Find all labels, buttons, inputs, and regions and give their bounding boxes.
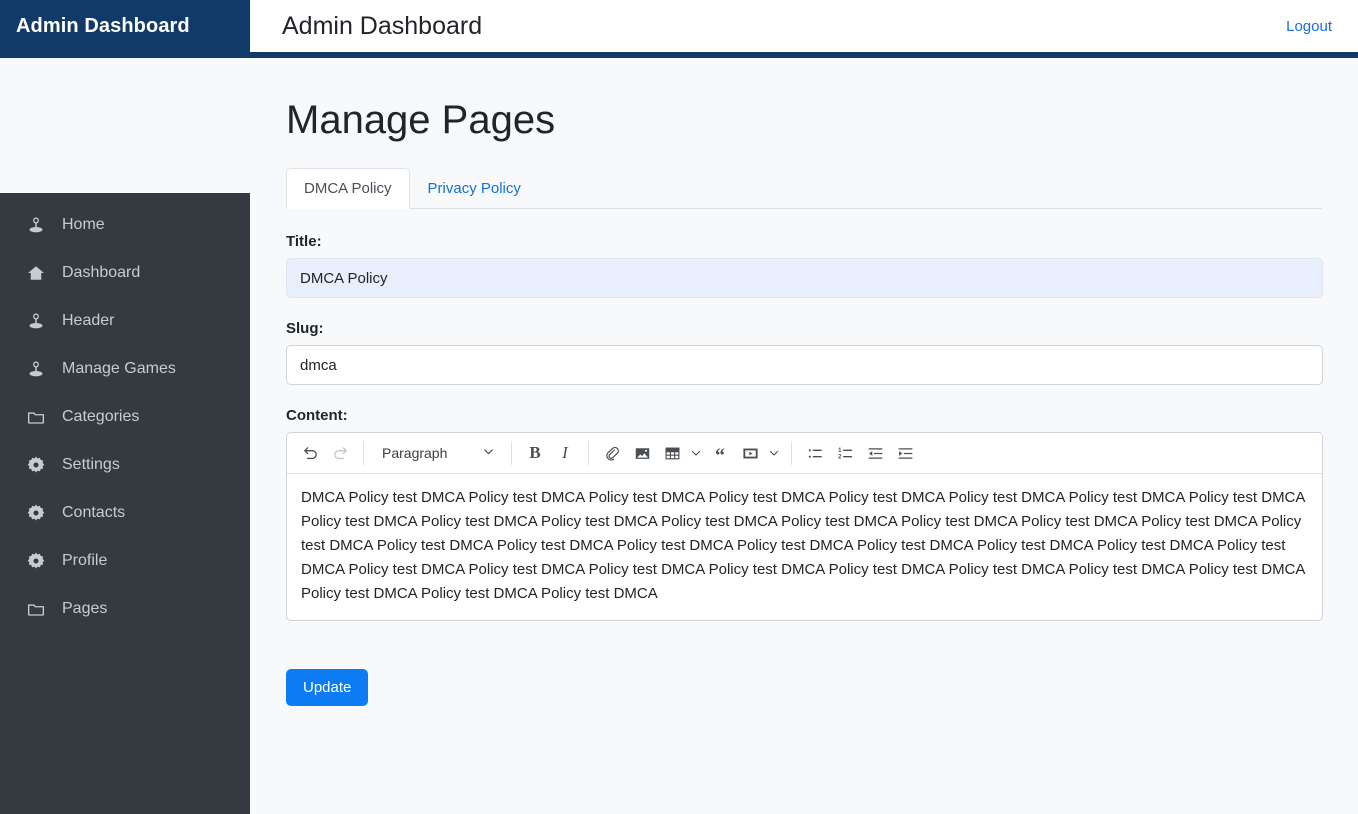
gear-icon xyxy=(26,455,46,475)
editor-content-area[interactable]: DMCA Policy test DMCA Policy test DMCA P… xyxy=(287,474,1322,620)
video-icon[interactable] xyxy=(735,438,765,468)
toolbar-divider xyxy=(791,441,792,465)
image-icon[interactable] xyxy=(627,438,657,468)
editor-toolbar: Paragraph B I “ 1 2 xyxy=(287,433,1322,474)
tab-privacy-policy[interactable]: Privacy Policy xyxy=(410,168,539,209)
slug-field-group: Slug: xyxy=(286,320,1323,385)
numbered-list-icon[interactable]: 1 2 xyxy=(830,438,860,468)
table-chevron-down-icon[interactable] xyxy=(687,440,705,466)
title-label: Title: xyxy=(286,233,322,250)
title-input[interactable] xyxy=(286,258,1323,298)
sidebar-item-manage-games[interactable]: Manage Games xyxy=(0,353,250,385)
sidebar-item-label: Header xyxy=(62,312,115,329)
sidebar-item-label: Dashboard xyxy=(62,264,141,281)
italic-button[interactable]: I xyxy=(550,438,580,468)
sidebar-item-pages[interactable]: Pages xyxy=(0,593,250,625)
slug-input[interactable] xyxy=(286,345,1323,385)
sidebar-item-label: Contacts xyxy=(62,504,126,521)
sidebar-item-dashboard[interactable]: Dashboard xyxy=(0,257,250,289)
sidebar-item-label: Manage Games xyxy=(62,360,176,377)
editor-paragraph: DMCA Policy test DMCA Policy test DMCA P… xyxy=(301,489,1309,602)
svg-text:2: 2 xyxy=(838,454,842,460)
top-bar-inner: Admin Dashboard Logout xyxy=(250,0,1358,55)
media-chevron-down-icon[interactable] xyxy=(765,440,783,466)
indent-icon[interactable] xyxy=(890,438,920,468)
header-title: Admin Dashboard xyxy=(282,11,483,40)
sidebar: Home Dashboard Header Manage Games Categ… xyxy=(0,193,250,814)
gear-icon xyxy=(26,551,46,571)
gear-icon xyxy=(26,503,46,523)
slug-label: Slug: xyxy=(286,320,324,337)
joystick-icon xyxy=(26,311,46,331)
outdent-icon[interactable] xyxy=(860,438,890,468)
content-label: Content: xyxy=(286,407,348,424)
bullet-list-icon[interactable] xyxy=(800,438,830,468)
sidebar-item-profile[interactable]: Profile xyxy=(0,545,250,577)
top-bar: Admin Dashboard Admin Dashboard Logout xyxy=(0,0,1358,58)
sidebar-item-settings[interactable]: Settings xyxy=(0,449,250,481)
sidebar-item-home[interactable]: Home xyxy=(0,209,250,241)
sidebar-item-label: Categories xyxy=(62,408,140,425)
block-format-value: Paragraph xyxy=(382,445,448,461)
undo-icon[interactable] xyxy=(295,438,325,468)
sidebar-item-label: Profile xyxy=(62,552,108,569)
title-field-group: Title: xyxy=(286,233,1323,298)
folder-icon xyxy=(26,599,46,619)
sidebar-item-label: Home xyxy=(62,216,105,233)
toolbar-divider xyxy=(511,441,512,465)
sidebar-item-label: Settings xyxy=(62,456,120,473)
chevron-down-icon xyxy=(482,445,495,461)
content-field-group: Content: Paragraph B I “ 1 2 DMCA Policy… xyxy=(286,407,1323,621)
sidebar-item-label: Pages xyxy=(62,600,108,617)
update-button[interactable]: Update xyxy=(286,669,369,706)
page-title: Manage Pages xyxy=(286,98,556,142)
redo-icon[interactable] xyxy=(325,438,355,468)
table-icon[interactable] xyxy=(657,438,687,468)
joystick-icon xyxy=(26,215,46,235)
toolbar-divider xyxy=(363,441,364,465)
svg-text:1: 1 xyxy=(838,448,842,454)
logout-link[interactable]: Logout xyxy=(1286,18,1332,35)
main-content: Manage Pages DMCA Policy Privacy Policy … xyxy=(250,64,1358,814)
rich-text-editor: Paragraph B I “ 1 2 DMCA Policy test DMC… xyxy=(286,432,1323,621)
toolbar-divider xyxy=(588,441,589,465)
sidebar-item-contacts[interactable]: Contacts xyxy=(0,497,250,529)
joystick-icon xyxy=(26,359,46,379)
sidebar-item-categories[interactable]: Categories xyxy=(0,401,250,433)
sidebar-item-header[interactable]: Header xyxy=(0,305,250,337)
tab-bar: DMCA Policy Privacy Policy xyxy=(286,168,1322,209)
block-format-select[interactable]: Paragraph xyxy=(372,438,503,468)
home-icon xyxy=(26,263,46,283)
brand-name: Admin Dashboard xyxy=(16,14,190,37)
brand-block[interactable]: Admin Dashboard xyxy=(0,0,250,55)
link-icon[interactable] xyxy=(597,438,627,468)
bold-button[interactable]: B xyxy=(520,438,550,468)
app-root: Admin Dashboard Admin Dashboard Logout H… xyxy=(0,0,1358,814)
folder-icon xyxy=(26,407,46,427)
tab-dmca-policy[interactable]: DMCA Policy xyxy=(286,168,410,209)
blockquote-button[interactable]: “ xyxy=(705,438,735,468)
